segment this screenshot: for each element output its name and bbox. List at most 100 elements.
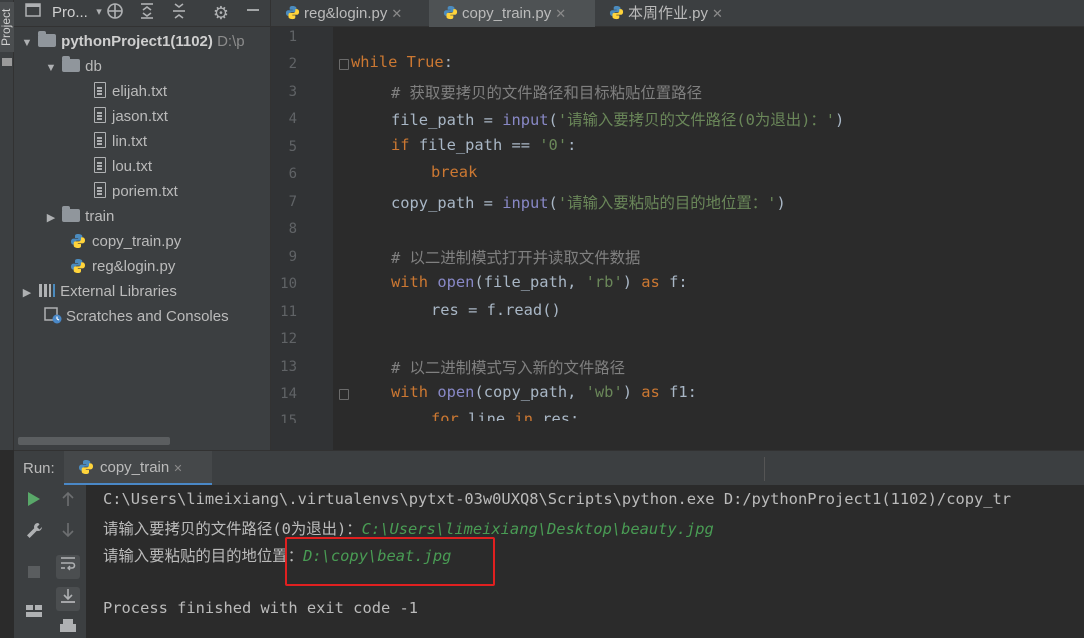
folder-icon bbox=[38, 31, 57, 47]
line-number: 15 bbox=[280, 413, 297, 423]
folder-icon bbox=[62, 56, 81, 72]
tree-item-file[interactable]: elijah.txt bbox=[94, 79, 167, 104]
code-line-10[interactable]: with open(file_path, 'rb') as f: bbox=[391, 273, 688, 291]
left-tool-strip: Project bbox=[0, 0, 20, 450]
line-number: 3 bbox=[288, 84, 297, 100]
project-panel: Pro... ▾ ⚙ ▼ pythonProject1(1102) D:\p ▼… bbox=[14, 0, 270, 450]
collapse-all-icon[interactable] bbox=[168, 2, 190, 24]
python-file-icon bbox=[443, 5, 458, 20]
folder-icon bbox=[62, 206, 81, 222]
python-file-icon bbox=[71, 234, 85, 248]
code-line-13[interactable]: # 以二进制模式写入新的文件路径 bbox=[391, 356, 625, 378]
code-line-15[interactable]: for line in res: bbox=[431, 410, 579, 421]
tab-copy-train[interactable]: copy_train.py ✕ bbox=[429, 0, 595, 27]
print-icon[interactable] bbox=[56, 618, 80, 638]
tree-item-file[interactable]: poriem.txt bbox=[94, 179, 178, 204]
chevron-down-icon[interactable]: ▼ bbox=[44, 56, 58, 81]
line-number: 8 bbox=[288, 221, 297, 237]
annotation-highlight-box bbox=[285, 537, 495, 586]
library-icon bbox=[39, 284, 56, 297]
project-view-icon bbox=[22, 2, 44, 24]
code-line-14[interactable]: with open(copy_path, 'wb') as f1: bbox=[391, 383, 697, 401]
tree-item-file[interactable]: jason.txt bbox=[94, 104, 168, 129]
console-command-line: C:\Users\limeixiang\.virtualenvs\pytxt-0… bbox=[103, 490, 1012, 508]
fold-marker-icon[interactable] bbox=[339, 389, 349, 400]
tree-item-python-file[interactable]: copy_train.py bbox=[70, 229, 181, 254]
run-console[interactable]: C:\Users\limeixiang\.virtualenvs\pytxt-0… bbox=[86, 485, 1084, 638]
minimize-icon[interactable] bbox=[242, 2, 264, 24]
run-tab-copy-train[interactable]: copy_train ✕ bbox=[64, 451, 212, 486]
project-view-selector[interactable]: Pro... bbox=[52, 4, 88, 21]
code-line-5[interactable]: if file_path == '0': bbox=[391, 136, 576, 154]
line-number: 5 bbox=[288, 139, 297, 155]
expand-all-icon[interactable] bbox=[136, 2, 158, 24]
scroll-to-end-icon[interactable] bbox=[56, 587, 80, 611]
line-number: 12 bbox=[280, 331, 297, 347]
code-line-7[interactable]: copy_path = input('请输入要粘贴的目的地位置：') bbox=[391, 191, 786, 213]
wrench-icon[interactable] bbox=[22, 522, 46, 546]
console-line-prompt: 请输入要拷贝的文件路径(0为退出)：C:\Users\limeixiang\De… bbox=[103, 520, 714, 538]
line-number: 6 bbox=[288, 166, 297, 182]
horizontal-scrollbar[interactable] bbox=[18, 437, 170, 445]
code-editor: reg&login.py ✕ copy_train.py ✕ 本周作业.py ✕ 1 … bbox=[270, 0, 1084, 450]
close-icon[interactable]: ✕ bbox=[391, 6, 402, 21]
tree-item-scratches[interactable]: Scratches and Consoles bbox=[44, 304, 229, 329]
arrow-up-icon[interactable] bbox=[56, 491, 80, 515]
line-number: 11 bbox=[280, 304, 297, 320]
line-number: 14 bbox=[280, 386, 297, 402]
tree-item-project-root[interactable]: ▼ pythonProject1(1102) D:\p bbox=[20, 29, 245, 54]
scratches-icon bbox=[44, 307, 62, 324]
gear-icon[interactable]: ⚙ bbox=[210, 2, 232, 24]
code-line-4[interactable]: file_path = input('请输入要拷贝的文件路径(0为退出)：') bbox=[391, 108, 844, 130]
text-file-icon bbox=[94, 82, 106, 98]
line-number: 4 bbox=[288, 111, 297, 127]
tab-reg-login[interactable]: reg&login.py ✕ bbox=[271, 0, 429, 27]
console-user-input: C:\Users\limeixiang\Desktop\beauty.jpg bbox=[361, 520, 714, 538]
fold-marker-icon[interactable] bbox=[339, 59, 349, 70]
project-path: D:\p bbox=[217, 33, 245, 50]
tree-item-python-file[interactable]: reg&login.py bbox=[70, 254, 175, 279]
text-file-icon bbox=[94, 107, 106, 123]
layout-icon[interactable] bbox=[22, 603, 46, 627]
text-file-icon bbox=[94, 182, 106, 198]
close-icon[interactable]: ✕ bbox=[712, 6, 723, 21]
python-file-icon bbox=[609, 5, 624, 20]
tree-item-file[interactable]: lin.txt bbox=[94, 129, 147, 154]
run-toolbar bbox=[14, 485, 86, 638]
line-number: 2 bbox=[288, 56, 297, 72]
line-number: 9 bbox=[288, 249, 297, 265]
tree-item-db-folder[interactable]: ▼ db bbox=[44, 54, 102, 79]
line-number: 1 bbox=[288, 29, 297, 45]
text-file-icon bbox=[94, 132, 106, 148]
code-line-11[interactable]: res = f.read() bbox=[431, 301, 561, 319]
console-exit-message: Process finished with exit code -1 bbox=[103, 599, 419, 617]
soft-wrap-icon[interactable] bbox=[56, 555, 80, 579]
chevron-down-icon[interactable]: ▼ bbox=[20, 31, 34, 56]
chevron-right-icon[interactable]: ▶ bbox=[20, 281, 34, 306]
arrow-down-icon[interactable] bbox=[56, 522, 80, 546]
line-number: 10 bbox=[280, 276, 297, 292]
stop-icon[interactable] bbox=[22, 563, 46, 587]
structure-icon[interactable] bbox=[2, 58, 12, 66]
tab-weekly-homework[interactable]: 本周作业.py ✕ bbox=[595, 0, 745, 27]
close-icon[interactable]: ✕ bbox=[173, 463, 182, 475]
tree-item-file[interactable]: lou.txt bbox=[94, 154, 152, 179]
text-file-icon bbox=[94, 157, 106, 173]
crosshair-icon[interactable] bbox=[104, 2, 126, 24]
code-line-3[interactable]: # 获取要拷贝的文件路径和目标粘贴位置路径 bbox=[391, 81, 702, 103]
run-panel-header: Run: copy_train ✕ bbox=[14, 450, 1084, 486]
python-file-icon bbox=[71, 259, 85, 273]
close-icon[interactable]: ✕ bbox=[555, 6, 566, 21]
rerun-icon[interactable] bbox=[22, 491, 46, 515]
editor-tab-bar: reg&login.py ✕ copy_train.py ✕ 本周作业.py ✕ bbox=[271, 0, 1084, 27]
tree-item-external-libraries[interactable]: ▶ External Libraries bbox=[20, 279, 177, 304]
project-toolbar: Pro... ▾ ⚙ bbox=[14, 0, 270, 27]
code-line-9[interactable]: # 以二进制模式打开并读取文件数据 bbox=[391, 246, 640, 268]
line-number: 7 bbox=[288, 194, 297, 210]
code-line-2[interactable]: while True: bbox=[351, 53, 453, 71]
divider bbox=[764, 457, 765, 481]
python-file-icon bbox=[285, 5, 300, 20]
chevron-right-icon[interactable]: ▶ bbox=[44, 206, 58, 231]
tree-item-train-folder[interactable]: ▶ train bbox=[44, 204, 114, 229]
code-line-6[interactable]: break bbox=[431, 163, 477, 181]
